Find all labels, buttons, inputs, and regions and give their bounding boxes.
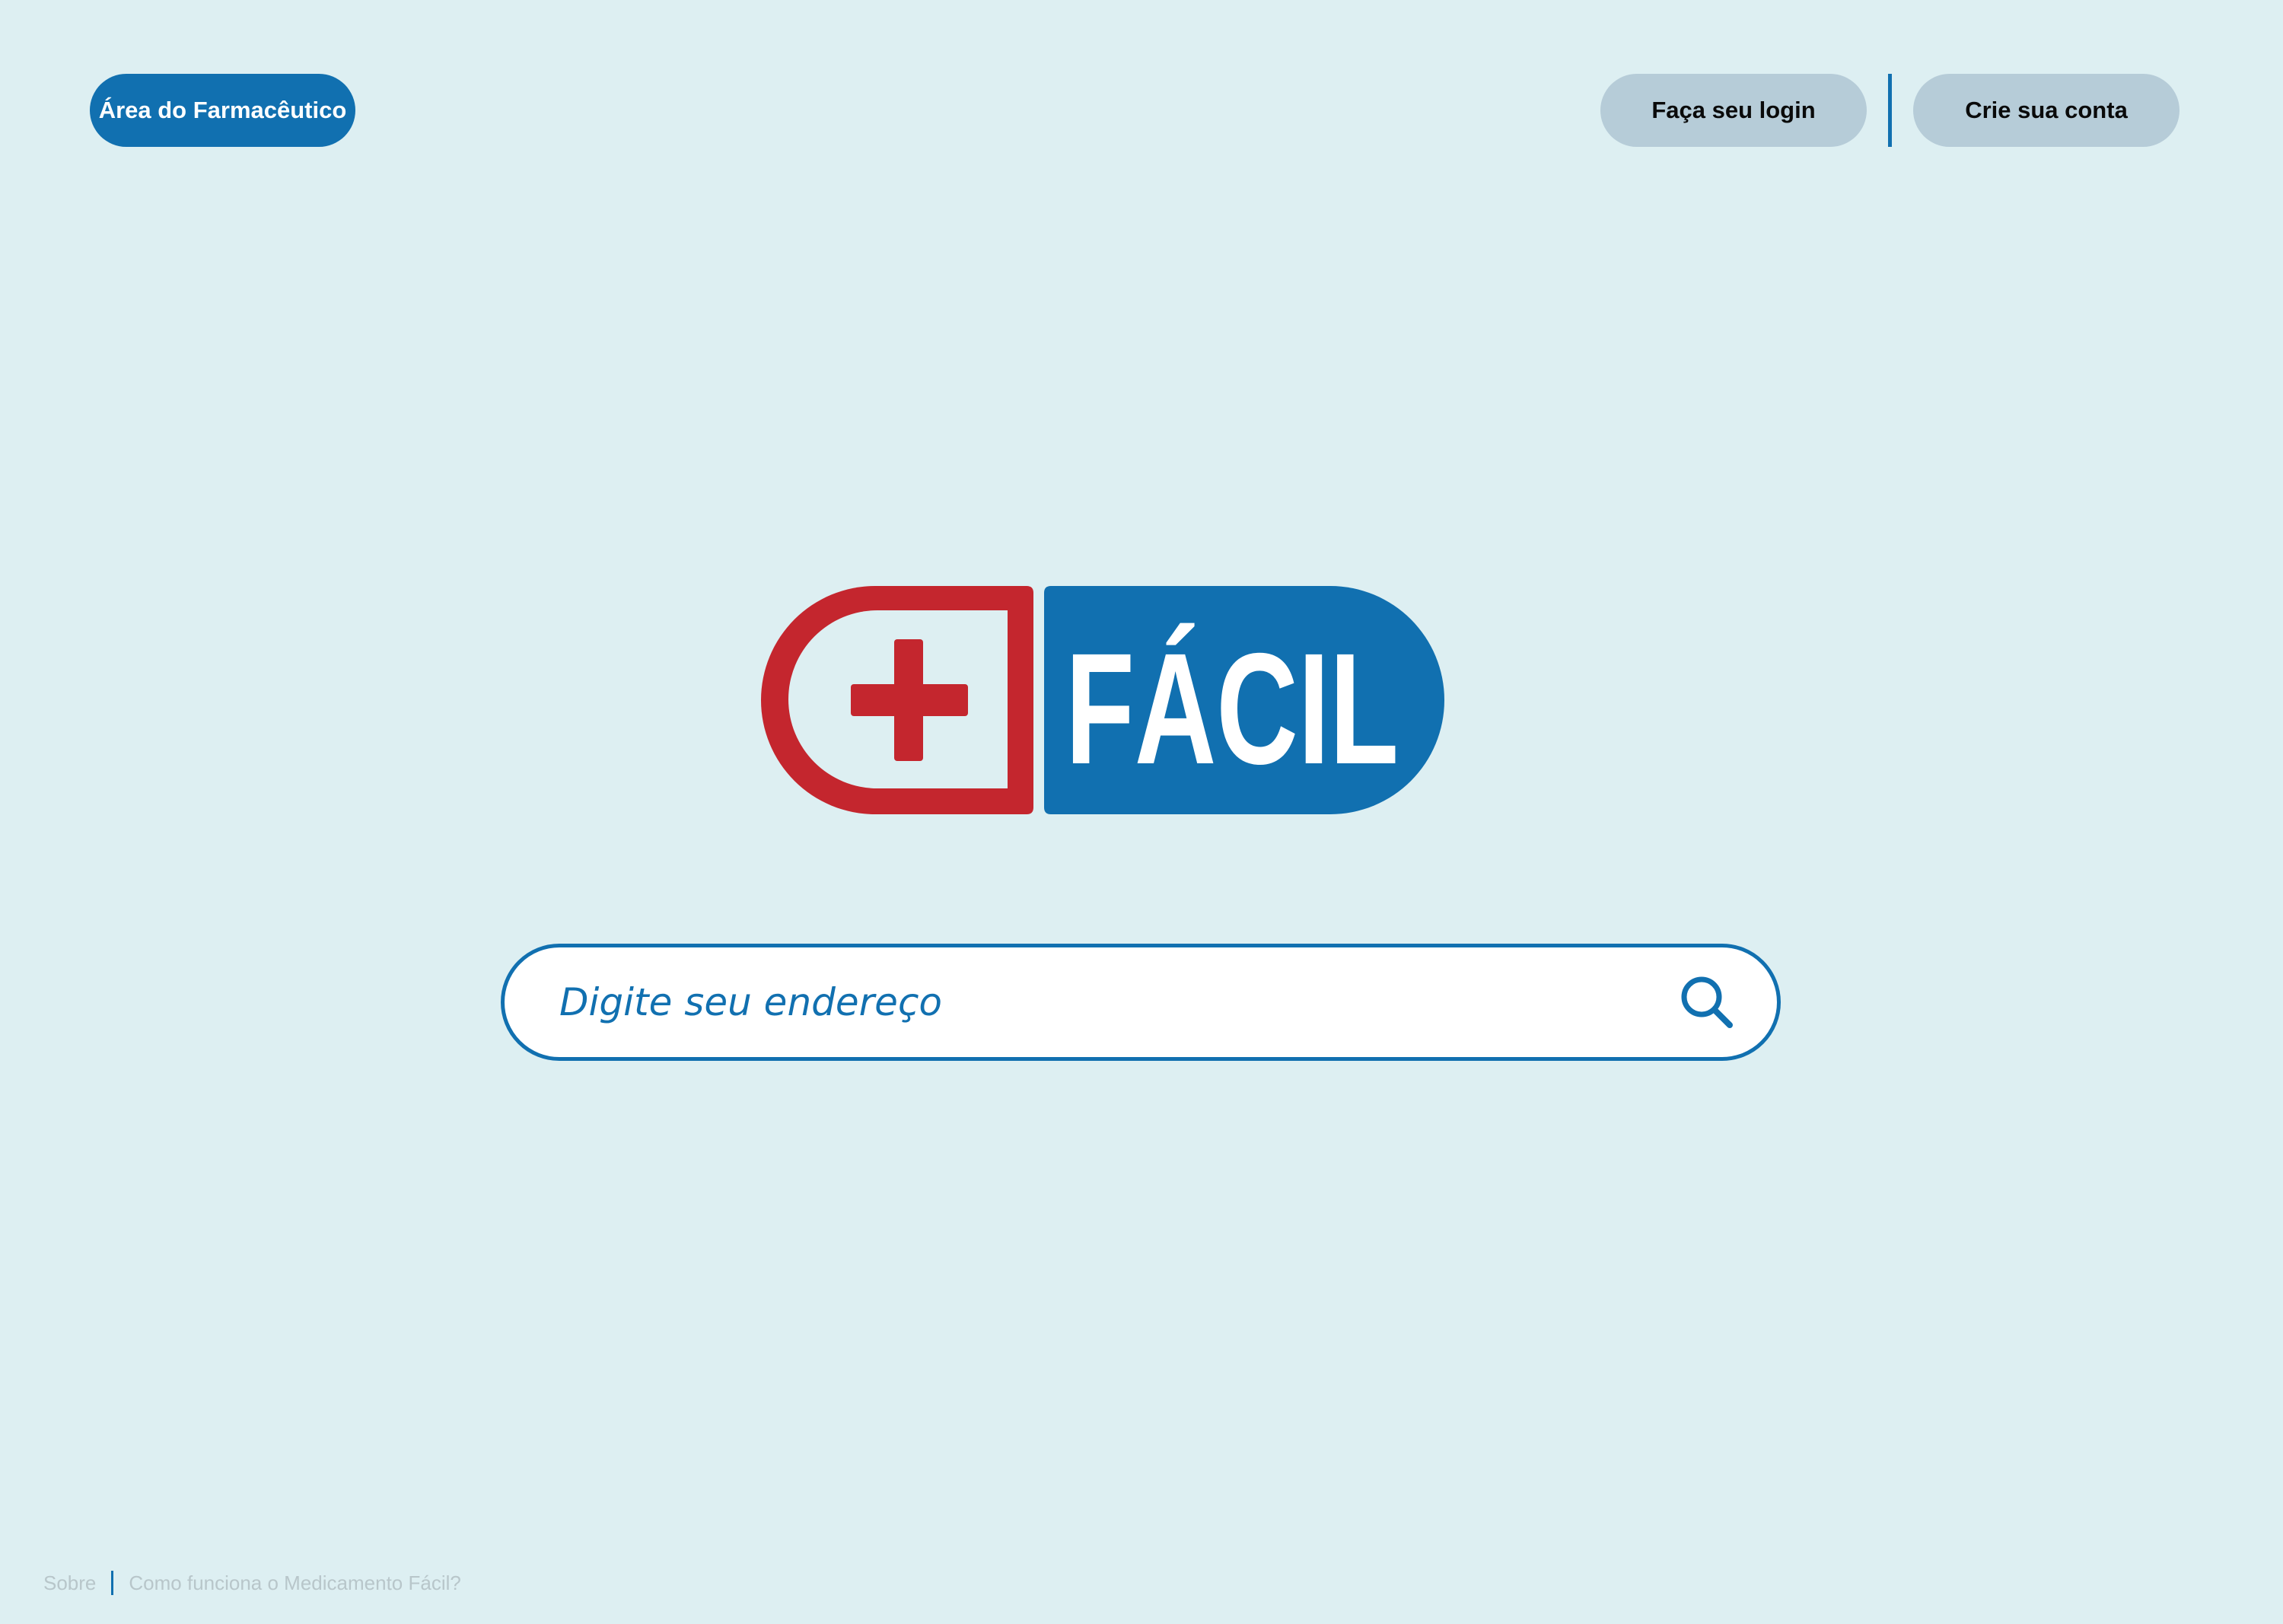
header-divider [1888, 74, 1892, 147]
footer-divider [111, 1571, 114, 1595]
logo: FÁCIL [761, 586, 1444, 814]
search-icon[interactable] [1676, 972, 1737, 1033]
pharmacist-area-button[interactable]: Área do Farmacêutico [90, 74, 355, 147]
footer-link-about[interactable]: Sobre [43, 1571, 96, 1595]
address-search-input[interactable] [559, 947, 1625, 1057]
plus-icon-horizontal [851, 684, 968, 716]
footer: Sobre Como funciona o Medicamento Fácil? [43, 1566, 461, 1600]
footer-link-how-it-works[interactable]: Como funciona o Medicamento Fácil? [129, 1571, 460, 1595]
address-search-box [501, 944, 1781, 1061]
login-button[interactable]: Faça seu login [1600, 74, 1867, 147]
logo-text: FÁCIL [1065, 621, 1399, 798]
signup-button[interactable]: Crie sua conta [1913, 74, 2180, 147]
